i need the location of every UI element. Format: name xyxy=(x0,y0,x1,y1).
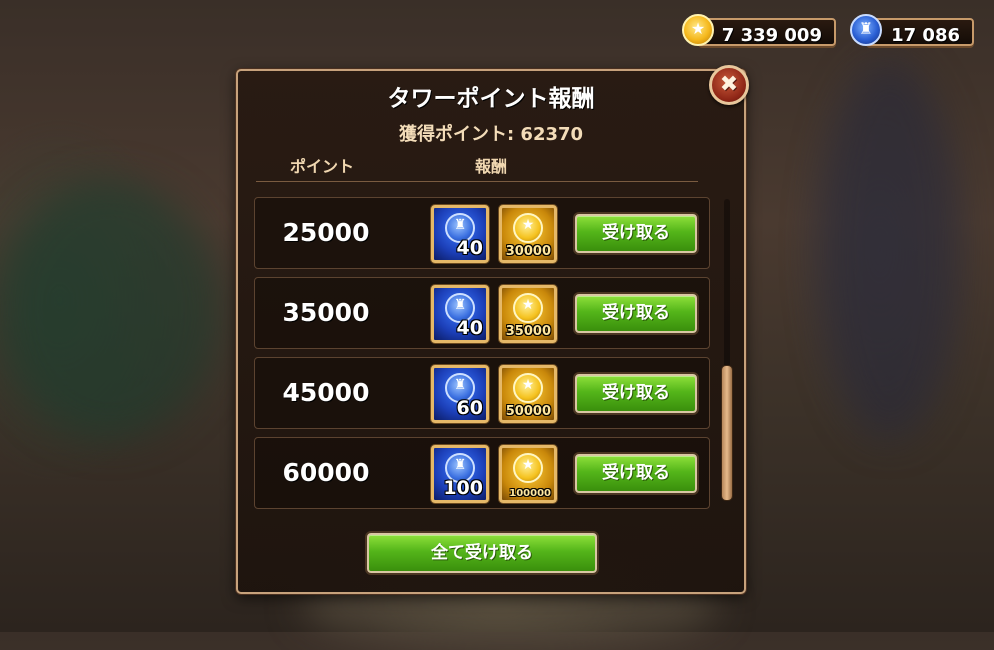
earned-points-label: 獲得ポイント: 62370 xyxy=(398,124,584,145)
gold-coin-icon: ★ xyxy=(513,373,543,403)
gold-reward[interactable]: ★ 50000 xyxy=(499,365,557,423)
rewards-scrollbar-thumb[interactable] xyxy=(722,366,732,500)
header-divider xyxy=(256,181,698,182)
gold-currency: 7 339 009 ★ xyxy=(682,14,836,46)
tower-point-quantity: 40 xyxy=(456,237,483,259)
gold-quantity: 30000 xyxy=(505,244,551,259)
reward-points: 60000 xyxy=(282,458,370,487)
column-header-points: ポイント xyxy=(290,157,355,176)
claim-button[interactable]: 受け取る xyxy=(575,374,697,413)
tower-point-reward[interactable]: ♜ 100 xyxy=(431,445,489,503)
gold-coin-icon: ★ xyxy=(513,453,543,483)
gold-amount: 7 339 009 xyxy=(721,25,822,46)
claim-button[interactable]: 受け取る xyxy=(575,214,697,253)
claim-button[interactable]: 受け取る xyxy=(575,454,697,493)
tower-point-icon: ♜ xyxy=(850,14,882,46)
dialog-title: タワーポイント報酬 xyxy=(387,86,595,112)
tower-point-quantity: 40 xyxy=(456,317,483,339)
tower-point-quantity: 60 xyxy=(456,397,483,419)
reward-row: 25000 ♜ 40 ★ 30000 受け取る xyxy=(254,197,710,269)
tower-point-rewards-dialog: タワーポイント報酬 獲得ポイント: 62370 ポイント 報酬 25000 ♜ … xyxy=(236,69,746,594)
gold-currency-pill: 7 339 009 xyxy=(698,18,836,46)
claim-button[interactable]: 受け取る xyxy=(575,294,697,333)
claim-all-button[interactable]: 全て受け取る xyxy=(367,533,597,573)
reward-points: 25000 xyxy=(282,218,370,247)
background-tower xyxy=(820,60,960,440)
tower-point-reward[interactable]: ♜ 60 xyxy=(431,365,489,423)
gold-reward[interactable]: ★ 30000 xyxy=(499,205,557,263)
reward-points: 35000 xyxy=(282,298,370,327)
tower-point-reward[interactable]: ♜ 40 xyxy=(431,205,489,263)
reward-row: 45000 ♜ 60 ★ 50000 受け取る xyxy=(254,357,710,429)
gold-reward[interactable]: ★ 100000 xyxy=(499,445,557,503)
reward-points: 45000 xyxy=(282,378,370,407)
tower-points-pill: 17 086 xyxy=(866,18,974,46)
gold-coin-icon: ★ xyxy=(682,14,714,46)
gold-quantity: 100000 xyxy=(509,488,551,499)
column-header-reward: 報酬 xyxy=(475,157,508,176)
tower-point-quantity: 100 xyxy=(443,477,483,499)
close-x-icon: ✖ xyxy=(719,72,739,97)
gold-coin-icon: ★ xyxy=(513,213,543,243)
tower-points-amount: 17 086 xyxy=(891,25,960,46)
gold-quantity: 35000 xyxy=(505,324,551,339)
reward-row: 35000 ♜ 40 ★ 35000 受け取る xyxy=(254,277,710,349)
close-button[interactable]: ✖ xyxy=(709,65,749,105)
reward-row: 60000 ♜ 100 ★ 100000 受け取る xyxy=(254,437,710,509)
tower-points-currency: 17 086 ♜ xyxy=(850,14,974,46)
tower-point-reward[interactable]: ♜ 40 xyxy=(431,285,489,343)
gold-reward[interactable]: ★ 35000 xyxy=(499,285,557,343)
gold-quantity: 50000 xyxy=(505,404,551,419)
gold-coin-icon: ★ xyxy=(513,293,543,323)
background-foliage xyxy=(0,180,220,440)
